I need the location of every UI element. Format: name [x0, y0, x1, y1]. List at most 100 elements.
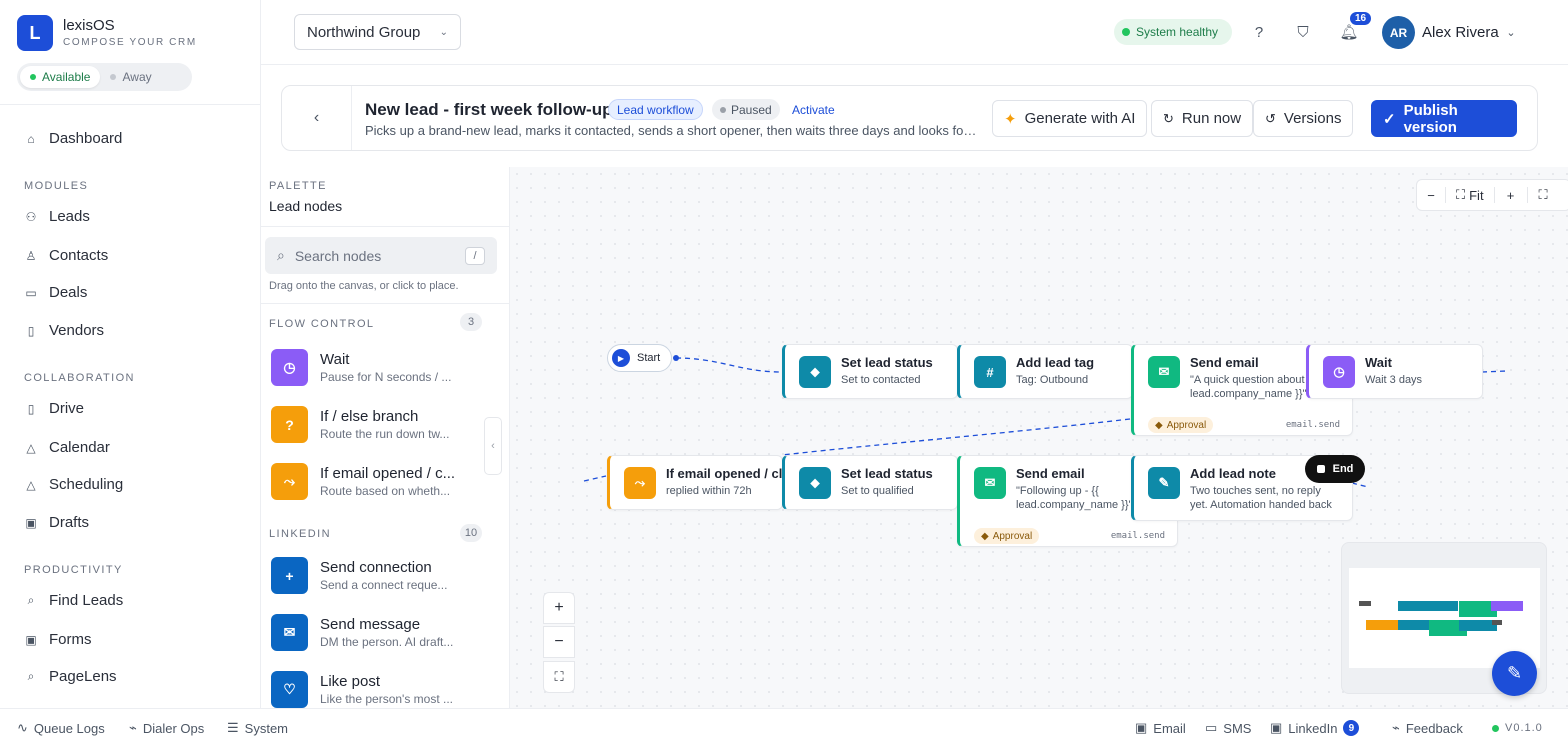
user-name[interactable]: Alex Rivera — [1422, 24, 1499, 41]
sidebar-item-calendar[interactable]: △ Calendar — [24, 439, 110, 456]
sidebar-item-deals[interactable]: ▭ Deals — [24, 284, 87, 301]
system-status-badge[interactable]: System healthy — [1114, 19, 1232, 45]
sidebar-item-drive[interactable]: ▯ Drive — [24, 400, 84, 417]
sidebar-item-find-leads[interactable]: ⌕ Find Leads — [24, 592, 124, 609]
palette-item-send-connection[interactable]: + Send connection Send a connect reque... — [271, 557, 447, 594]
plus-icon: + — [271, 557, 308, 594]
end-node[interactable]: End — [1305, 455, 1365, 483]
shortcut-key: / — [465, 246, 485, 265]
footer-system[interactable]: ☰ System — [227, 720, 288, 736]
back-button[interactable]: ‹ — [282, 86, 352, 150]
start-label: Start — [637, 352, 661, 364]
canvas-fit-button[interactable]: ⛶ — [543, 661, 575, 693]
fullscreen-icon[interactable]: ⛶ — [1526, 187, 1559, 203]
check-icon: ✓ — [1383, 110, 1396, 128]
zoom-out-button[interactable]: − — [1417, 188, 1445, 203]
workflow-canvas[interactable]: − ⛶ Fit + ⛶ ▶ Start ⬥ Set lead status Set … — [510, 167, 1568, 708]
diamond-icon: ◆ — [1155, 419, 1163, 431]
history-icon: ↺ — [1265, 110, 1276, 126]
chevron-left-icon: ‹ — [491, 440, 495, 452]
palette-item-send-message[interactable]: ✉ Send message DM the person. AI draft... — [271, 614, 453, 651]
node-title: Send email — [1016, 466, 1085, 481]
mail-icon: ✉ — [1148, 356, 1180, 388]
fit-icon: ⛶ — [554, 669, 564, 684]
megaphone-icon: ⌁ — [1392, 720, 1400, 735]
app-logo[interactable]: L — [17, 15, 53, 51]
palette-item-if-else[interactable]: ? If / else branch Route the run down tw..… — [271, 406, 449, 443]
edge-note-to-end — [1351, 482, 1369, 488]
footer-feedback[interactable]: ⌁ Feedback — [1392, 720, 1463, 736]
sidebar-item-label: Drive — [49, 400, 85, 417]
minimap-node — [1491, 601, 1523, 611]
canvas-zoom-out-button[interactable]: − — [543, 626, 575, 658]
sidebar-item-leads[interactable]: ⚇ Leads — [24, 208, 90, 225]
clock-icon: ◷ — [1323, 356, 1355, 388]
fit-button[interactable]: ⛶ Fit — [1445, 187, 1495, 203]
palette-item-if-email-opened[interactable]: ⤳ If email opened / c... Route based on wh… — [271, 463, 455, 500]
search-icon: ⌕ — [277, 247, 285, 263]
inbox-icon: ▣ — [25, 632, 37, 647]
footer-email[interactable]: ▣ Email — [1135, 720, 1186, 736]
palette-item-wait[interactable]: ◷ Wait Pause for N seconds / ... — [271, 349, 451, 386]
node-set-lead-status-qualified[interactable]: ⬥ Set lead status Set to qualified — [782, 455, 958, 510]
activate-link[interactable]: Activate — [784, 99, 843, 120]
minus-icon: − — [554, 633, 564, 650]
palette-item-title: If / else branch — [320, 408, 419, 425]
palette-item-title: Send connection — [320, 559, 432, 576]
sidebar-item-forms[interactable]: ▣ Forms — [24, 631, 92, 648]
palette-item-like-post[interactable]: ♡ Like post Like the person's most ... — [271, 671, 453, 708]
sidebar-item-contacts[interactable]: ♙ Contacts — [24, 247, 109, 264]
footer-label: Queue Logs — [33, 720, 105, 736]
start-node[interactable]: ▶ Start — [607, 344, 672, 372]
approval-badge: ◆ Approval — [1148, 417, 1214, 433]
palette-section-linkedin: LINKEDIN — [269, 528, 331, 540]
publish-version-button[interactable]: ✓ Publish version — [1371, 100, 1517, 137]
chevron-down-icon[interactable]: ⌄ — [1501, 22, 1521, 42]
sidebar-item-scheduling[interactable]: △ Scheduling — [24, 476, 123, 493]
run-now-label: Run now — [1181, 110, 1242, 127]
sidebar-item-dashboard[interactable]: ⌂ Dashboard — [24, 130, 122, 147]
footer-queue-logs[interactable]: ∿ Queue Logs — [17, 720, 105, 736]
chevron-left-icon: ‹ — [313, 109, 320, 126]
workspace-select[interactable]: Northwind Group ⌄ — [294, 14, 461, 50]
footer-sms[interactable]: ▭ SMS — [1205, 720, 1251, 736]
sidebar-item-pagelens[interactable]: ⌕ PageLens — [24, 668, 117, 685]
inbox-icon: ▣ — [25, 515, 37, 530]
clock-icon: ◷ — [271, 349, 308, 386]
avatar[interactable]: AR — [1382, 16, 1415, 49]
collapse-palette-button[interactable]: ‹ — [484, 417, 502, 475]
bell-icon[interactable]: 🔔︎ — [1339, 22, 1359, 42]
status-badge: Paused — [712, 99, 780, 120]
search-input[interactable]: ⌕ Search nodes / — [265, 237, 497, 274]
divider — [0, 104, 261, 105]
chat-assistant-button[interactable]: ✎ — [1492, 651, 1537, 696]
run-now-button[interactable]: ↻ Run now — [1151, 100, 1254, 137]
approval-label: Approval — [992, 530, 1033, 542]
canvas-zoom-in-button[interactable]: + — [543, 592, 575, 624]
footer-linkedin[interactable]: ▣ LinkedIn 9 — [1270, 720, 1360, 736]
workflow-type-chip: Lead workflow — [608, 99, 703, 120]
shield-icon[interactable]: ⛉ — [1293, 22, 1313, 42]
sidebar-item-label: Vendors — [49, 322, 105, 339]
sidebar-item-drafts[interactable]: ▣ Drafts — [24, 514, 89, 531]
zoom-in-button[interactable]: + — [1495, 188, 1527, 203]
divider — [261, 303, 509, 304]
status-dot-icon — [30, 74, 36, 80]
sidebar-item-vendors[interactable]: ▯ Vendors — [24, 322, 104, 339]
presence-away-button[interactable]: Away — [100, 66, 161, 88]
node-if-email-opened[interactable]: ⤳ If email opened / clicked replied with… — [607, 455, 783, 510]
presence-available-button[interactable]: Available — [20, 66, 101, 88]
status-dot-icon — [1492, 724, 1499, 732]
versions-button[interactable]: ↺ Versions — [1253, 100, 1354, 137]
node-wait-3-days[interactable]: ◷ Wait Wait 3 days — [1306, 344, 1483, 399]
action-code: email.send — [1110, 531, 1165, 541]
palette-title: Lead nodes — [269, 198, 343, 214]
node-add-lead-tag[interactable]: # Add lead tag Tag: Outbound — [957, 344, 1133, 399]
edge-wait-out — [1481, 370, 1507, 373]
node-set-lead-status-contacted[interactable]: ⬥ Set lead status Set to contacted — [782, 344, 958, 399]
sidebar-item-label: Forms — [49, 631, 92, 648]
generate-ai-button[interactable]: ✦ Generate with AI — [992, 100, 1148, 137]
help-icon[interactable]: ? — [1249, 22, 1269, 42]
status-dot-icon — [720, 106, 726, 113]
footer-dialer-ops[interactable]: ⌁ Dialer Ops — [129, 720, 204, 736]
